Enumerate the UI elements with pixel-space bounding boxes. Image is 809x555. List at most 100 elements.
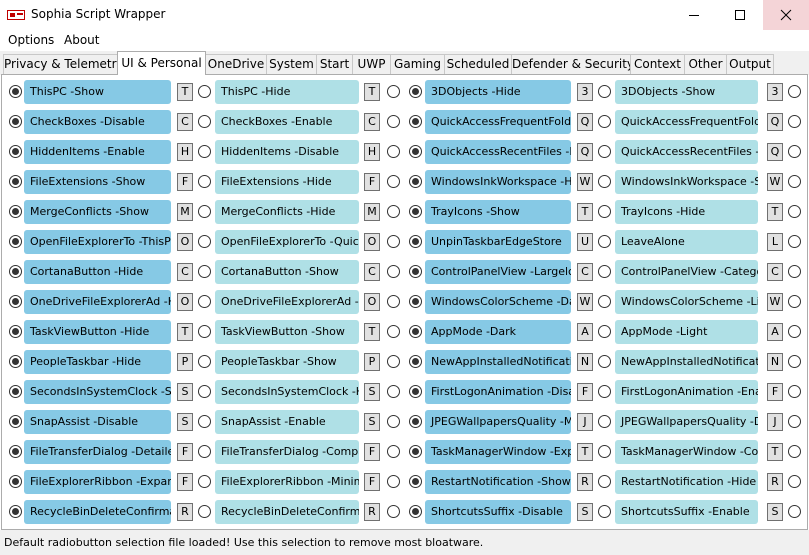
option-label[interactable]: HiddenItems -Disable: [215, 140, 359, 164]
option-radio[interactable]: [598, 295, 611, 308]
option-label[interactable]: NewAppInstalledNotificati: [615, 350, 758, 374]
option-radio[interactable]: [788, 265, 801, 278]
option-radio[interactable]: [387, 385, 400, 398]
option-radio[interactable]: [788, 475, 801, 488]
option-radio[interactable]: [387, 145, 400, 158]
option-radio[interactable]: [9, 415, 22, 428]
option-radio[interactable]: [9, 145, 22, 158]
option-radio[interactable]: [198, 175, 211, 188]
tab-start[interactable]: Start: [316, 54, 353, 75]
option-radio[interactable]: [9, 115, 22, 128]
option-radio[interactable]: [598, 235, 611, 248]
option-radio[interactable]: [198, 325, 211, 338]
option-radio[interactable]: [788, 355, 801, 368]
option-radio[interactable]: [598, 145, 611, 158]
option-label[interactable]: FirstLogonAnimation -Disa: [425, 380, 571, 404]
option-radio[interactable]: [598, 355, 611, 368]
option-radio[interactable]: [409, 85, 422, 98]
option-radio[interactable]: [198, 205, 211, 218]
option-radio[interactable]: [788, 85, 801, 98]
option-label[interactable]: SecondsInSystemClock -Sh: [24, 380, 171, 404]
option-label[interactable]: RestartNotification -Show: [425, 470, 571, 494]
option-radio[interactable]: [9, 475, 22, 488]
option-label[interactable]: TaskManagerWindow -Cor: [615, 440, 758, 464]
option-radio[interactable]: [598, 265, 611, 278]
tab-output[interactable]: Output: [726, 54, 774, 75]
option-label[interactable]: FileExplorerRibbon -Expan: [24, 470, 171, 494]
option-radio[interactable]: [387, 355, 400, 368]
option-radio[interactable]: [788, 205, 801, 218]
option-radio[interactable]: [198, 235, 211, 248]
option-label[interactable]: FirstLogonAnimation -Enal: [615, 380, 758, 404]
option-radio[interactable]: [598, 175, 611, 188]
option-radio[interactable]: [387, 205, 400, 218]
option-label[interactable]: TaskViewButton -Hide: [24, 320, 171, 344]
option-label[interactable]: AppMode -Dark: [425, 320, 571, 344]
option-radio[interactable]: [598, 445, 611, 458]
option-radio[interactable]: [198, 385, 211, 398]
tab-uwp[interactable]: UWP: [352, 54, 391, 75]
option-radio[interactable]: [409, 415, 422, 428]
option-radio[interactable]: [409, 505, 422, 518]
option-radio[interactable]: [788, 175, 801, 188]
option-label[interactable]: CortanaButton -Show: [215, 260, 359, 284]
option-radio[interactable]: [788, 295, 801, 308]
option-label[interactable]: OpenFileExplorerTo -ThisP: [24, 230, 171, 254]
option-radio[interactable]: [598, 85, 611, 98]
option-label[interactable]: WindowsColorScheme -Da: [425, 290, 571, 314]
option-radio[interactable]: [409, 265, 422, 278]
option-radio[interactable]: [598, 475, 611, 488]
option-radio[interactable]: [788, 145, 801, 158]
option-radio[interactable]: [788, 505, 801, 518]
option-radio[interactable]: [9, 85, 22, 98]
option-label[interactable]: NewAppInstalledNotificati: [425, 350, 571, 374]
option-radio[interactable]: [598, 415, 611, 428]
option-label[interactable]: QuickAccessRecentFiles -S: [615, 140, 758, 164]
option-label[interactable]: OpenFileExplorerTo -Quick: [215, 230, 359, 254]
option-label[interactable]: MergeConflicts -Show: [24, 200, 171, 224]
option-radio[interactable]: [198, 265, 211, 278]
tab-context[interactable]: Context: [630, 54, 685, 75]
option-label[interactable]: ShortcutsSuffix -Enable: [615, 500, 758, 524]
minimize-button[interactable]: [671, 0, 717, 30]
option-radio[interactable]: [788, 415, 801, 428]
option-radio[interactable]: [387, 325, 400, 338]
option-label[interactable]: QuickAccessFrequentFolde: [615, 110, 758, 134]
tab-defender-security[interactable]: Defender & Security: [511, 54, 634, 75]
option-label[interactable]: SnapAssist -Enable: [215, 410, 359, 434]
option-radio[interactable]: [387, 475, 400, 488]
option-label[interactable]: ThisPC -Hide: [215, 80, 359, 104]
option-label[interactable]: CheckBoxes -Disable: [24, 110, 171, 134]
option-radio[interactable]: [409, 175, 422, 188]
option-label[interactable]: OneDriveFileExplorerAd -S: [215, 290, 359, 314]
option-label[interactable]: PeopleTaskbar -Hide: [24, 350, 171, 374]
option-radio[interactable]: [198, 355, 211, 368]
option-label[interactable]: FileTransferDialog -Compa: [215, 440, 359, 464]
option-label[interactable]: ThisPC -Show: [24, 80, 171, 104]
option-label[interactable]: FileExtensions -Show: [24, 170, 171, 194]
option-radio[interactable]: [409, 205, 422, 218]
option-radio[interactable]: [387, 505, 400, 518]
option-radio[interactable]: [198, 475, 211, 488]
option-radio[interactable]: [409, 385, 422, 398]
tab-onedrive[interactable]: OneDrive: [205, 54, 267, 75]
option-label[interactable]: FileTransferDialog -Detaile: [24, 440, 171, 464]
menu-about[interactable]: About: [64, 33, 99, 47]
option-radio[interactable]: [409, 475, 422, 488]
option-radio[interactable]: [409, 295, 422, 308]
maximize-button[interactable]: [717, 0, 763, 30]
option-label[interactable]: UnpinTaskbarEdgeStore: [425, 230, 571, 254]
option-radio[interactable]: [598, 505, 611, 518]
option-label[interactable]: TrayIcons -Show: [425, 200, 571, 224]
option-radio[interactable]: [387, 175, 400, 188]
option-radio[interactable]: [9, 355, 22, 368]
option-radio[interactable]: [9, 265, 22, 278]
option-label[interactable]: ControlPanelView -Catego: [615, 260, 758, 284]
menu-options[interactable]: Options: [8, 33, 54, 47]
option-label[interactable]: PeopleTaskbar -Show: [215, 350, 359, 374]
option-label[interactable]: WindowsInkWorkspace -H: [425, 170, 571, 194]
option-label[interactable]: QuickAccessFrequentFolde: [425, 110, 571, 134]
option-radio[interactable]: [387, 415, 400, 428]
option-radio[interactable]: [598, 205, 611, 218]
option-label[interactable]: JPEGWallpapersQuality -De: [615, 410, 758, 434]
